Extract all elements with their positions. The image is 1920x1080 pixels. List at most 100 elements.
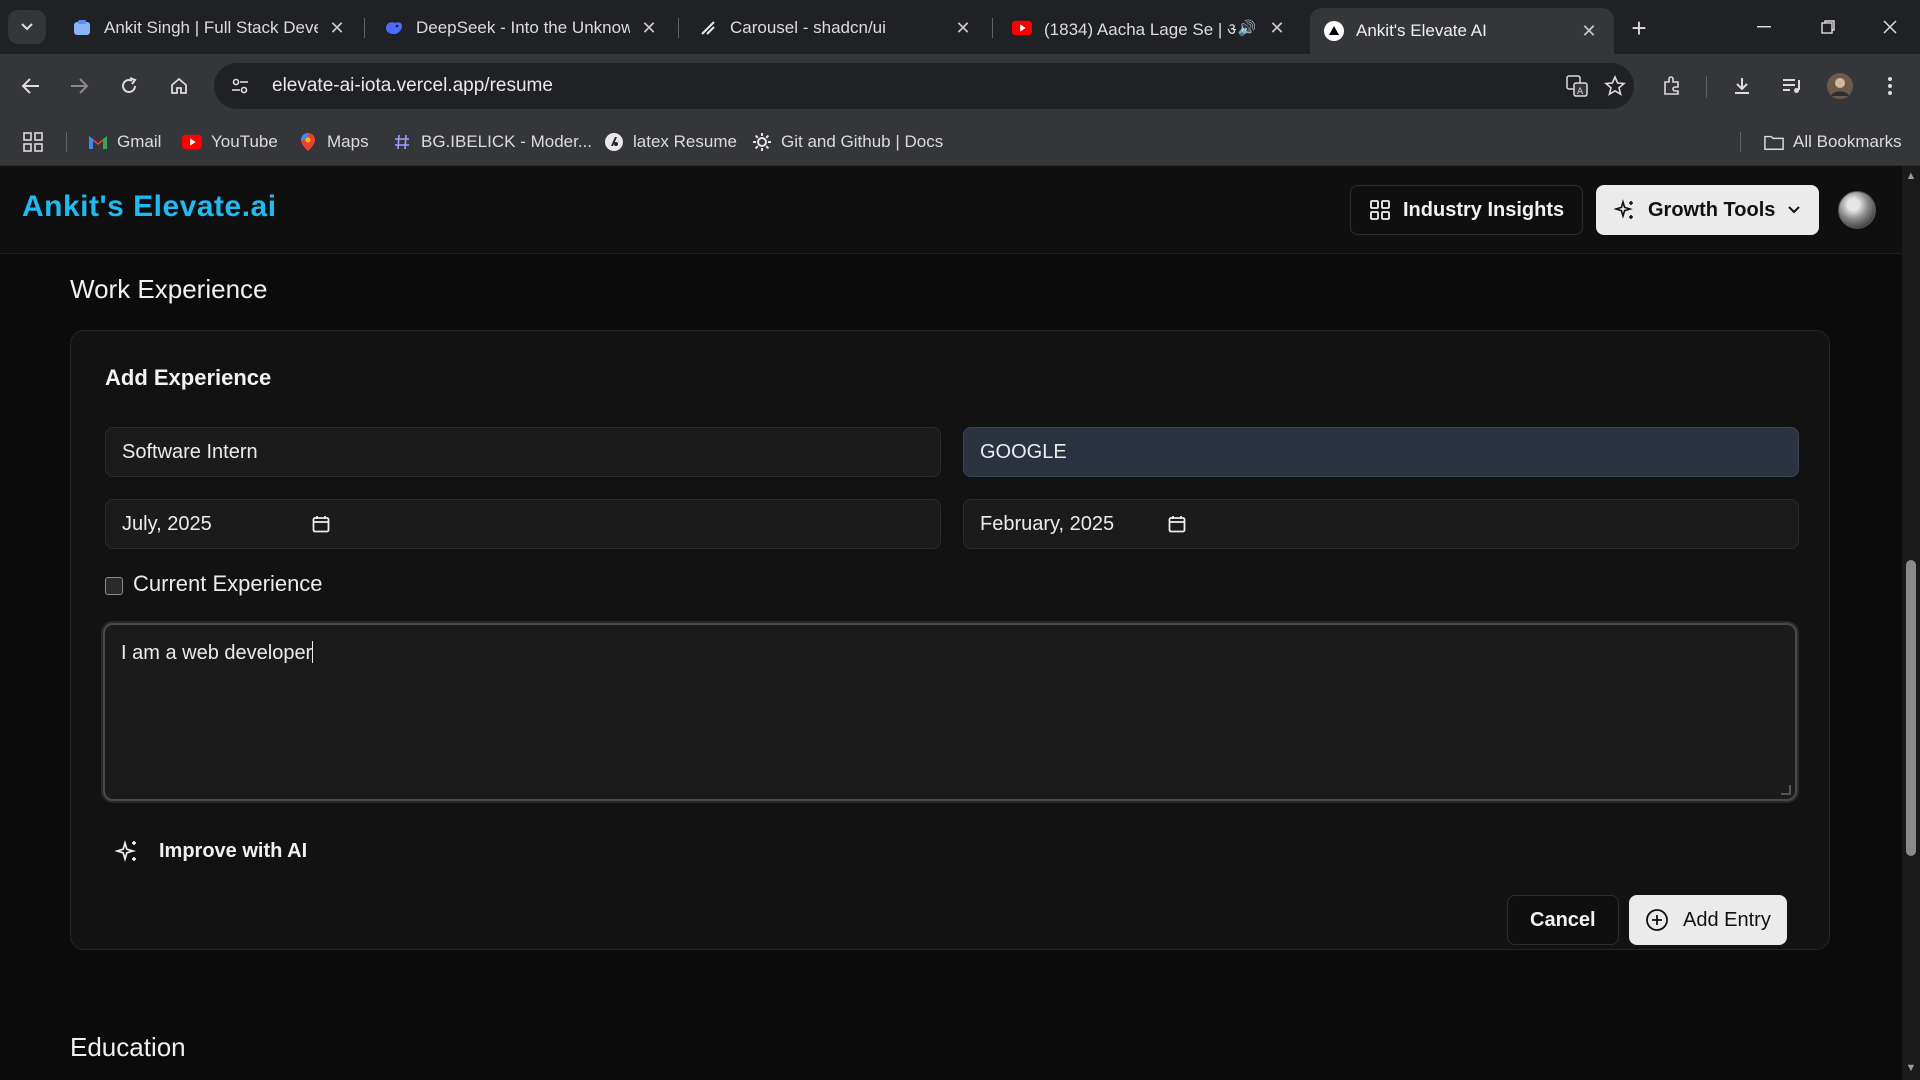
add-experience-card: Add Experience Software Intern GOOGLE Ju… — [70, 330, 1830, 950]
tab-divider — [678, 18, 679, 38]
home-icon[interactable] — [162, 69, 196, 103]
sparkles-icon — [115, 839, 139, 863]
growth-tools-button[interactable]: Growth Tools — [1596, 185, 1820, 235]
browser-tab[interactable]: Carousel - shadcn/ui ✕ — [684, 8, 988, 48]
maps-icon — [298, 132, 318, 152]
folder-icon — [1764, 132, 1784, 152]
youtube-favicon — [1012, 18, 1032, 38]
bookmark-label: Gmail — [117, 132, 162, 151]
job-title-input[interactable]: Software Intern — [105, 427, 941, 477]
add-entry-button[interactable]: Add Entry — [1629, 895, 1787, 945]
browser-tab[interactable]: (1834) Aacha Lage Se | अ 🔊 ✕ — [998, 8, 1302, 48]
bookmark-label: Maps — [327, 132, 369, 151]
start-date-value: July, 2025 — [122, 512, 212, 535]
organization-input[interactable]: GOOGLE — [963, 427, 1799, 477]
education-heading: Education — [70, 1032, 186, 1062]
scrollbar-thumb[interactable] — [1906, 560, 1916, 856]
url-text[interactable]: elevate-ai-iota.vercel.app/resume — [272, 75, 1558, 97]
browser-tab-active[interactable]: Ankit's Elevate AI ✕ — [1310, 8, 1614, 54]
calendar-icon[interactable] — [312, 515, 330, 533]
minimize-icon[interactable] — [1732, 0, 1796, 54]
user-avatar[interactable] — [1838, 191, 1876, 229]
current-experience-checkbox[interactable] — [105, 577, 123, 595]
close-icon[interactable]: ✕ — [638, 17, 660, 39]
all-bookmarks-button[interactable]: All Bookmarks — [1764, 126, 1902, 158]
gmail-icon — [88, 132, 108, 152]
forward-icon[interactable] — [62, 69, 96, 103]
scroll-down-arrow-icon[interactable]: ▼ — [1905, 1062, 1917, 1076]
speaker-icon[interactable]: 🔊 — [1236, 17, 1258, 39]
translate-icon[interactable]: A — [1558, 67, 1596, 105]
brand-logo[interactable]: Ankit's Elevate.ai — [22, 190, 277, 224]
close-icon[interactable]: ✕ — [326, 17, 348, 39]
organization-value: GOOGLE — [980, 440, 1067, 463]
media-control-icon[interactable] — [1774, 69, 1810, 103]
bookmark-label: BG.IBELICK - Moder... — [421, 132, 593, 151]
job-title-value: Software Intern — [122, 440, 258, 463]
bookmark-git-github-docs[interactable]: Git and Github | Docs — [752, 126, 943, 158]
current-experience-label[interactable]: Current Experience — [133, 571, 323, 597]
page-viewport: Ankit's Elevate.ai Industry Insights Gro… — [0, 166, 1902, 1080]
improve-with-ai-button[interactable]: Improve with AI — [115, 831, 307, 871]
description-textarea[interactable]: I am a web developer — [103, 623, 1797, 801]
bookmark-youtube[interactable]: YouTube — [182, 126, 278, 158]
site-settings-icon[interactable] — [222, 68, 258, 104]
extensions-icon[interactable] — [1654, 69, 1690, 103]
menu-kebab-icon[interactable] — [1872, 69, 1908, 103]
all-bookmarks-label: All Bookmarks — [1793, 132, 1902, 151]
close-icon[interactable]: ✕ — [1266, 17, 1288, 39]
bookmark-latex-resume[interactable]: latex Resume — [604, 126, 737, 158]
browser-toolbar: elevate-ai-iota.vercel.app/resume A — [0, 54, 1920, 118]
restore-icon[interactable] — [1796, 0, 1860, 54]
resize-handle-icon[interactable] — [1781, 785, 1791, 795]
reload-icon[interactable] — [112, 69, 146, 103]
page-scrollbar[interactable]: ▲ ▼ — [1902, 166, 1920, 1080]
hash-icon — [392, 132, 412, 152]
bookmark-label: YouTube — [211, 132, 278, 151]
calendar-icon[interactable] — [1168, 515, 1186, 533]
tab-strip: Ankit Singh | Full Stack Develo ✕ DeepSe… — [0, 0, 1920, 54]
bookmark-label: latex Resume — [633, 132, 737, 151]
dashboard-icon — [1369, 199, 1391, 221]
cancel-button[interactable]: Cancel — [1507, 895, 1619, 945]
industry-insights-button[interactable]: Industry Insights — [1350, 185, 1584, 235]
vercel-favicon — [1324, 21, 1344, 41]
chevron-down-icon — [21, 23, 33, 31]
description-text: I am a web developer — [121, 642, 313, 664]
profile-avatar-icon[interactable] — [1822, 69, 1858, 103]
industry-insights-label: Industry Insights — [1403, 198, 1565, 221]
deepseek-favicon — [384, 18, 404, 38]
svg-text:A: A — [1577, 87, 1584, 97]
work-experience-heading: Work Experience — [70, 274, 268, 304]
apps-grid-icon[interactable] — [22, 126, 44, 158]
growth-tools-label: Growth Tools — [1648, 198, 1776, 221]
bookmark-gmail[interactable]: Gmail — [88, 126, 161, 158]
end-date-input[interactable]: February, 2025 — [963, 499, 1799, 549]
tab-divider — [364, 18, 365, 38]
tab-title: Carousel - shadcn/ui — [730, 18, 886, 37]
browser-tab[interactable]: DeepSeek - Into the Unknown ✕ — [370, 8, 674, 48]
bookmarks-divider — [1740, 132, 1741, 152]
back-icon[interactable] — [14, 69, 48, 103]
browser-tab[interactable]: Ankit Singh | Full Stack Develo ✕ — [58, 8, 362, 48]
bookmark-maps[interactable]: Maps — [298, 126, 369, 158]
bookmark-bg-ibelick[interactable]: BG.IBELICK - Moder... — [392, 126, 592, 158]
address-bar[interactable]: elevate-ai-iota.vercel.app/resume A — [214, 63, 1634, 109]
plus-circle-icon — [1645, 908, 1669, 932]
tab-divider — [992, 18, 993, 38]
scroll-up-arrow-icon[interactable]: ▲ — [1905, 170, 1917, 184]
close-icon[interactable]: ✕ — [1578, 20, 1600, 42]
tab-search-button[interactable] — [8, 10, 46, 44]
bookmark-star-icon[interactable] — [1596, 67, 1634, 105]
download-icon[interactable] — [1724, 69, 1760, 103]
tab-title: Ankit Singh | Full Stack Develo — [104, 18, 318, 37]
start-date-input[interactable]: July, 2025 — [105, 499, 941, 549]
end-date-value: February, 2025 — [980, 512, 1115, 535]
youtube-icon — [182, 132, 202, 152]
bookmarks-bar: Gmail YouTube Maps BG.IBELICK - Moder...… — [0, 118, 1920, 166]
new-tab-button[interactable]: + — [1623, 12, 1655, 44]
close-icon[interactable]: ✕ — [952, 17, 974, 39]
window-close-icon[interactable] — [1858, 0, 1920, 54]
add-experience-title: Add Experience — [105, 365, 272, 390]
chevron-down-icon — [1787, 205, 1801, 215]
